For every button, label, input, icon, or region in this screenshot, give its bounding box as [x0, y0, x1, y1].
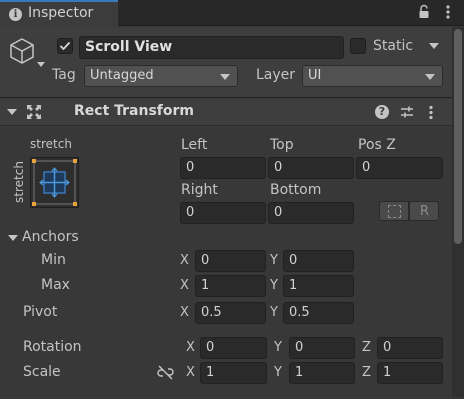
raw-edit-button[interactable]: R — [409, 201, 439, 221]
max-x-axis-label[interactable]: X — [180, 278, 189, 293]
lock-icon[interactable] — [418, 4, 430, 20]
layer-label: Layer — [256, 67, 296, 83]
anchor-preset-side-label: stretch — [12, 161, 26, 203]
right-field[interactable]: 0 — [180, 202, 266, 224]
active-checkbox[interactable] — [57, 38, 73, 54]
tag-dropdown[interactable]: Untagged — [84, 65, 238, 87]
min-label: Min — [41, 252, 66, 268]
pivot-x-axis-label[interactable]: X — [180, 305, 189, 320]
scale-y-axis-label[interactable]: Y — [274, 365, 282, 380]
tag-value: Untagged — [90, 68, 154, 83]
max-x-field[interactable]: 1 — [195, 275, 266, 297]
pivot-y-field[interactable]: 0.5 — [283, 302, 354, 324]
preset-icon[interactable] — [400, 105, 414, 119]
pivot-label: Pivot — [23, 304, 58, 320]
scale-y-field[interactable]: 1 — [289, 362, 355, 384]
chevron-down-icon — [425, 74, 435, 80]
tab-title: Inspector — [28, 5, 94, 21]
anchors-foldout-icon[interactable] — [8, 235, 18, 241]
constrain-proportions-icon[interactable] — [157, 365, 174, 380]
blueprint-icon — [388, 205, 401, 218]
scale-label: Scale — [23, 364, 61, 380]
right-label: Right — [181, 182, 218, 198]
rot-y-axis-label[interactable]: Y — [274, 340, 282, 355]
scrollbar-track[interactable] — [452, 27, 464, 397]
layer-dropdown[interactable]: UI — [302, 65, 443, 87]
rot-x-axis-label[interactable]: X — [186, 340, 195, 355]
component-header[interactable]: Rect Transform ? — [0, 99, 452, 126]
rotation-label: Rotation — [23, 339, 82, 355]
top-field[interactable]: 0 — [268, 157, 354, 179]
rot-x-field[interactable]: 0 — [200, 337, 267, 359]
min-y-axis-label[interactable]: Y — [270, 253, 278, 268]
pivot-y-axis-label[interactable]: Y — [270, 305, 278, 320]
max-label: Max — [41, 277, 70, 293]
scale-x-field[interactable]: 1 — [200, 362, 267, 384]
pivot-x-field[interactable]: 0.5 — [195, 302, 266, 324]
static-dropdown-caret[interactable] — [429, 43, 439, 49]
bottom-label: Bottom — [270, 182, 322, 198]
gameobject-icon[interactable] — [6, 36, 46, 70]
rect-transform-icon — [26, 104, 42, 120]
posz-label: Pos Z — [358, 137, 396, 153]
tag-label: Tag — [52, 67, 76, 83]
layer-value: UI — [308, 68, 322, 83]
static-checkbox[interactable] — [350, 38, 366, 54]
scrollbar-thumb[interactable] — [454, 29, 462, 244]
posz-field[interactable]: 0 — [356, 157, 443, 179]
max-y-axis-label[interactable]: Y — [270, 278, 278, 293]
raw-edit-label: R — [420, 204, 430, 219]
tab-menu-icon[interactable] — [446, 4, 450, 20]
tab-inspector[interactable]: i Inspector — [0, 0, 118, 27]
foldout-arrow-icon[interactable] — [7, 109, 17, 115]
max-y-field[interactable]: 1 — [283, 275, 354, 297]
anchors-label[interactable]: Anchors — [22, 229, 79, 245]
blueprint-mode-button[interactable] — [379, 201, 409, 221]
component-menu-icon[interactable] — [429, 105, 433, 120]
rot-y-field[interactable]: 0 — [289, 337, 355, 359]
top-label: Top — [270, 137, 294, 153]
min-y-field[interactable]: 0 — [283, 250, 354, 272]
scale-x-axis-label[interactable]: X — [186, 365, 195, 380]
info-icon: i — [9, 8, 22, 21]
static-label: Static — [373, 38, 414, 54]
object-name-field[interactable]: Scroll View — [79, 36, 344, 59]
rot-z-field[interactable]: 0 — [377, 337, 443, 359]
chevron-down-icon — [220, 74, 230, 80]
scale-z-axis-label[interactable]: Z — [362, 365, 371, 380]
scale-z-field[interactable]: 1 — [377, 362, 443, 384]
anchor-preset-button[interactable] — [30, 157, 79, 208]
left-label: Left — [181, 137, 208, 153]
anchor-preset-top-label: stretch — [30, 137, 72, 151]
min-x-axis-label[interactable]: X — [180, 253, 189, 268]
help-icon[interactable]: ? — [375, 105, 389, 119]
component-title: Rect Transform — [74, 103, 195, 119]
rot-z-axis-label[interactable]: Z — [362, 340, 371, 355]
left-field[interactable]: 0 — [180, 157, 266, 179]
bottom-field[interactable]: 0 — [268, 202, 354, 224]
min-x-field[interactable]: 0 — [195, 250, 266, 272]
